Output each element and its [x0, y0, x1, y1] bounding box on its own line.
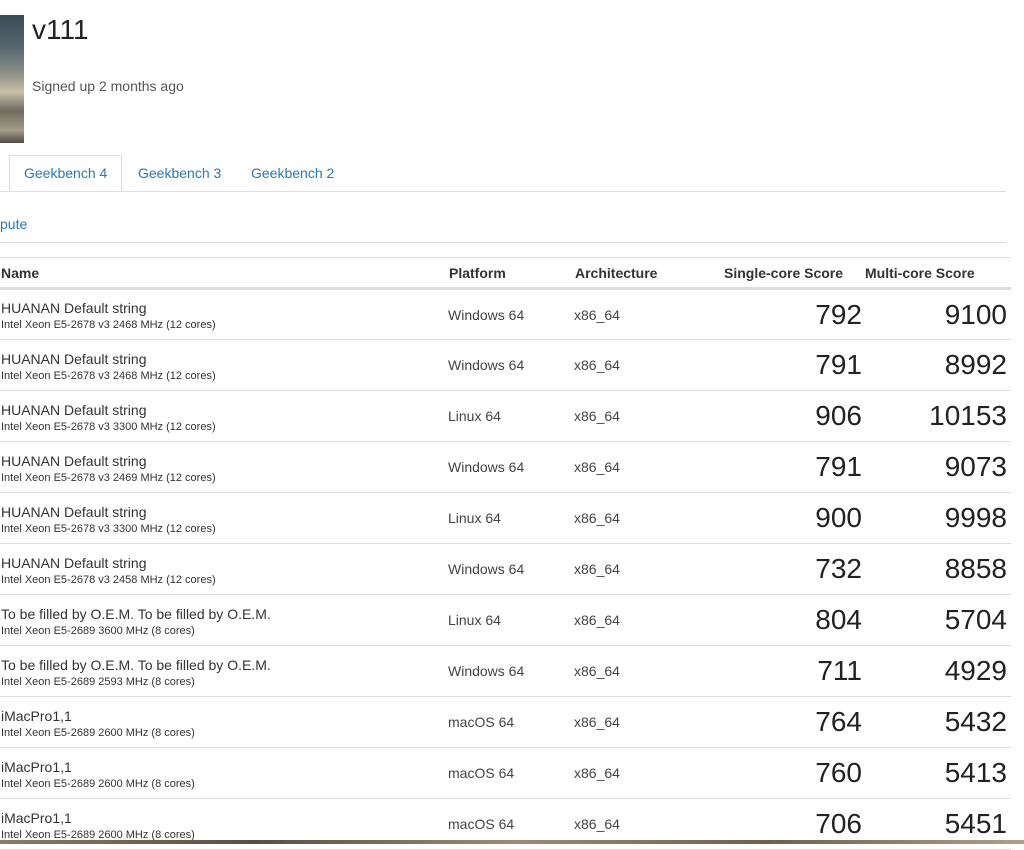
result-platform: macOS 64 [448, 765, 515, 781]
username: v111 [32, 14, 89, 45]
result-single-score[interactable]: 906 [723, 391, 864, 442]
header-single-core[interactable]: Single-core Score [723, 258, 864, 289]
table-row[interactable]: iMacPro1,1 Intel Xeon E5-2689 2600 MHz (8… [0, 748, 1011, 799]
result-platform: Windows 64 [448, 663, 525, 679]
result-platform: Linux 64 [448, 510, 501, 526]
result-model-link[interactable]: HUANAN Default string [1, 453, 448, 469]
benchmark-tabs: Geekbench 4 Geekbench 3 Geekbench 2 [0, 155, 1006, 192]
result-architecture: x86_64 [574, 765, 620, 781]
result-name-cell: HUANAN Default string Intel Xeon E5-2678 … [0, 391, 448, 442]
result-cpu: Intel Xeon E5-2678 v3 2468 MHz (12 cores… [1, 369, 216, 382]
result-multi-score[interactable]: 5413 [864, 748, 1011, 799]
result-cpu: Intel Xeon E5-2678 v3 3300 MHz (12 cores… [1, 420, 216, 433]
result-model-link[interactable]: HUANAN Default string [1, 300, 448, 316]
result-name-cell: To be filled by O.E.M. To be filled by O… [0, 595, 448, 646]
result-multi-score[interactable]: 10153 [864, 391, 1011, 442]
tab-geekbench-3[interactable]: Geekbench 3 [138, 155, 221, 191]
result-model-link[interactable]: HUANAN Default string [1, 351, 448, 367]
signup-date: Signed up 2 months ago [32, 78, 184, 94]
table-row[interactable]: To be filled by O.E.M. To be filled by O… [0, 646, 1011, 697]
result-platform: Windows 64 [448, 306, 525, 323]
background-strip [0, 840, 1024, 844]
result-architecture: x86_64 [574, 459, 620, 475]
tab-geekbench-2[interactable]: Geekbench 2 [251, 155, 334, 191]
result-cpu: Intel Xeon E5-2689 2600 MHz (8 cores) [1, 726, 195, 739]
result-cpu: Intel Xeon E5-2678 v3 3300 MHz (12 cores… [1, 522, 216, 535]
result-cpu: Intel Xeon E5-2678 v3 2469 MHz (12 cores… [1, 471, 216, 484]
result-model-link[interactable]: HUANAN Default string [1, 402, 448, 418]
result-architecture: x86_64 [574, 408, 620, 424]
table-row[interactable]: HUANAN Default string Intel Xeon E5-2678 … [0, 493, 1011, 544]
tab-geekbench-4[interactable]: Geekbench 4 [9, 155, 123, 191]
result-cpu: Intel Xeon E5-2678 v3 2458 MHz (12 cores… [1, 573, 216, 586]
result-name-cell: HUANAN Default string Intel Xeon E5-2678 … [0, 340, 448, 391]
result-name-cell: HUANAN Default string Intel Xeon E5-2678 … [0, 544, 448, 595]
result-cpu: Intel Xeon E5-2689 2600 MHz (8 cores) [1, 828, 195, 841]
table-row[interactable]: iMacPro1,1 Intel Xeon E5-2689 2600 MHz (8… [0, 697, 1011, 748]
result-platform: macOS 64 [448, 714, 515, 730]
result-multi-score[interactable]: 8992 [864, 340, 1011, 391]
result-name-cell: To be filled by O.E.M. To be filled by O… [0, 646, 448, 697]
result-name-cell: iMacPro1,1 Intel Xeon E5-2689 2600 MHz (8… [0, 697, 448, 748]
results-table: Name Platform Architecture Single-core S… [0, 257, 1011, 850]
result-platform: Linux 64 [448, 408, 501, 424]
result-name-cell: iMacPro1,1 Intel Xeon E5-2689 2600 MHz (8… [0, 748, 448, 799]
result-model-link[interactable]: HUANAN Default string [1, 555, 448, 571]
avatar [0, 15, 24, 143]
result-model-link[interactable]: To be filled by O.E.M. To be filled by O… [1, 606, 448, 622]
table-row[interactable]: HUANAN Default string Intel Xeon E5-2678 … [0, 340, 1011, 391]
result-architecture: x86_64 [574, 510, 620, 526]
result-architecture: x86_64 [574, 357, 620, 373]
result-platform: Windows 64 [448, 459, 525, 475]
header-name[interactable]: Name [0, 258, 448, 289]
result-single-score[interactable]: 711 [723, 646, 864, 697]
result-multi-score[interactable]: 5432 [864, 697, 1011, 748]
result-name-cell: HUANAN Default string Intel Xeon E5-2678 … [0, 493, 448, 544]
result-cpu: Intel Xeon E5-2689 2593 MHz (8 cores) [1, 675, 195, 688]
result-name-cell: HUANAN Default string Intel Xeon E5-2678 … [0, 442, 448, 493]
table-header-row: Name Platform Architecture Single-core S… [0, 257, 1011, 289]
result-single-score[interactable]: 764 [723, 697, 864, 748]
result-cpu: Intel Xeon E5-2689 3600 MHz (8 cores) [1, 624, 195, 637]
result-multi-score[interactable]: 8858 [864, 544, 1011, 595]
table-row[interactable]: HUANAN Default string Intel Xeon E5-2678 … [0, 442, 1011, 493]
header-multi-core[interactable]: Multi-core Score [864, 258, 1011, 289]
result-name-cell: HUANAN Default string Intel Xeon E5-2678 … [0, 289, 448, 340]
table-row[interactable]: HUANAN Default string Intel Xeon E5-2678 … [0, 391, 1011, 442]
result-platform: Windows 64 [448, 357, 525, 373]
result-architecture: x86_64 [574, 561, 620, 577]
divider [0, 242, 1006, 243]
result-model-link[interactable]: iMacPro1,1 [1, 810, 448, 826]
header-architecture[interactable]: Architecture [574, 258, 723, 289]
result-model-link[interactable]: iMacPro1,1 [1, 708, 448, 724]
result-cpu: Intel Xeon E5-2689 2600 MHz (8 cores) [1, 777, 195, 790]
result-architecture: x86_64 [574, 714, 620, 730]
result-architecture: x86_64 [574, 306, 620, 323]
table-row[interactable]: To be filled by O.E.M. To be filled by O… [0, 595, 1011, 646]
result-platform: Windows 64 [448, 561, 525, 577]
table-row[interactable]: HUANAN Default string Intel Xeon E5-2678 … [0, 289, 1011, 340]
result-multi-score[interactable]: 5704 [864, 595, 1011, 646]
result-architecture: x86_64 [574, 663, 620, 679]
result-multi-score[interactable]: 9100 [864, 289, 1011, 340]
header-platform[interactable]: Platform [448, 258, 574, 289]
result-single-score[interactable]: 791 [723, 340, 864, 391]
result-model-link[interactable]: iMacPro1,1 [1, 759, 448, 775]
result-multi-score[interactable]: 9998 [864, 493, 1011, 544]
result-model-link[interactable]: HUANAN Default string [1, 504, 448, 520]
result-platform: Linux 64 [448, 612, 501, 628]
result-single-score[interactable]: 804 [723, 595, 864, 646]
result-architecture: x86_64 [574, 612, 620, 628]
result-multi-score[interactable]: 9073 [864, 442, 1011, 493]
table-row[interactable]: HUANAN Default string Intel Xeon E5-2678 … [0, 544, 1011, 595]
result-single-score[interactable]: 732 [723, 544, 864, 595]
result-multi-score[interactable]: 4929 [864, 646, 1011, 697]
result-single-score[interactable]: 900 [723, 493, 864, 544]
result-model-link[interactable]: To be filled by O.E.M. To be filled by O… [1, 657, 448, 673]
subnav-compute-link[interactable]: pute [0, 216, 27, 232]
result-single-score[interactable]: 760 [723, 748, 864, 799]
result-single-score[interactable]: 791 [723, 442, 864, 493]
result-cpu: Intel Xeon E5-2678 v3 2468 MHz (12 cores… [1, 319, 216, 331]
result-single-score[interactable]: 792 [723, 289, 864, 340]
